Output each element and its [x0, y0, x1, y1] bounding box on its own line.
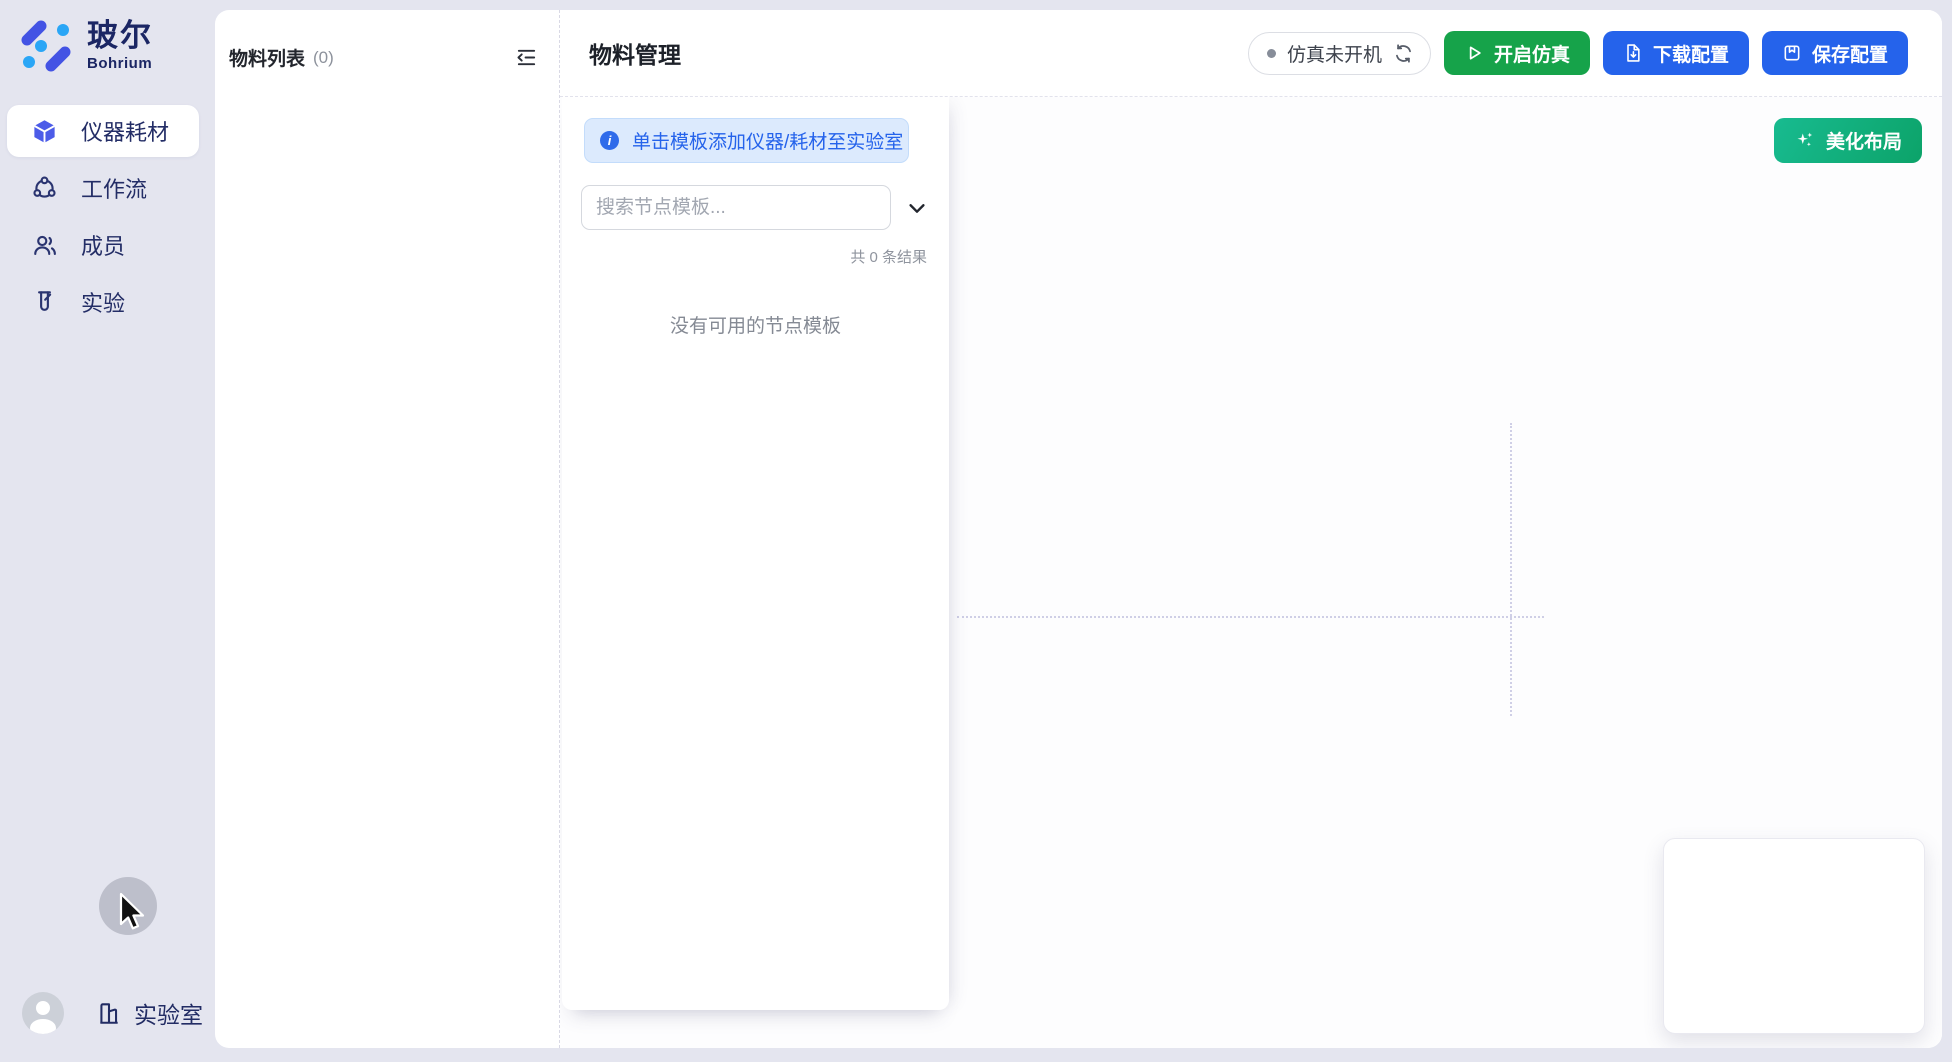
lab-selector[interactable]: 实验室 [96, 996, 203, 1030]
start-simulation-label: 开启仿真 [1494, 40, 1570, 67]
sidebar-item-members[interactable]: 成员 [7, 219, 199, 271]
header-actions: 仿真未开机 开启仿真 下载配置 [1248, 31, 1908, 75]
chevron-down-icon [906, 197, 928, 219]
canvas-guide-horizontal [957, 616, 1544, 618]
cube-icon [31, 118, 58, 145]
template-panel: i 单击模板添加仪器/耗材至实验室 共 0 条结果 没有可用的节点模板 [562, 97, 949, 1010]
user-avatar[interactable] [22, 992, 64, 1034]
brand-name-cn: 玻尔 [87, 20, 153, 51]
material-list-header: 物料列表 (0) [215, 10, 559, 71]
template-search-row [581, 185, 949, 230]
sparkles-icon [1794, 130, 1815, 151]
simulation-status-chip: 仿真未开机 [1248, 32, 1431, 75]
brand-name-en: Bohrium [87, 55, 153, 72]
empty-templates-text: 没有可用的节点模板 [562, 311, 949, 338]
material-list-panel: 物料列表 (0) [215, 10, 560, 1048]
start-simulation-button[interactable]: 开启仿真 [1444, 31, 1590, 75]
main-header: 物料管理 仿真未开机 开启仿真 [560, 10, 1942, 97]
sidebar-item-instruments[interactable]: 仪器耗材 [7, 105, 199, 157]
play-icon [1464, 43, 1484, 63]
refresh-icon [1393, 43, 1414, 64]
sidebar-item-label: 成员 [81, 229, 125, 261]
file-download-icon [1623, 43, 1643, 63]
beautify-layout-label: 美化布局 [1826, 127, 1902, 154]
layout-canvas[interactable]: i 单击模板添加仪器/耗材至实验室 共 0 条结果 没有可用的节点模板 [560, 97, 1942, 1048]
refresh-status-button[interactable] [1393, 43, 1414, 64]
status-dot [1267, 49, 1276, 58]
lab-label: 实验室 [134, 996, 203, 1030]
template-hint-banner: i 单击模板添加仪器/耗材至实验室 [584, 118, 909, 163]
click-indicator [99, 877, 157, 935]
save-icon [1782, 43, 1802, 63]
collapse-panel-button[interactable] [513, 45, 539, 71]
expand-filter-button[interactable] [904, 195, 930, 221]
main-column: 物料管理 仿真未开机 开启仿真 [560, 10, 1942, 1048]
download-config-button[interactable]: 下载配置 [1603, 31, 1749, 75]
content-card: 物料列表 (0) 物料管理 仿真未开机 [215, 10, 1942, 1048]
minimap-panel[interactable] [1663, 838, 1925, 1034]
experiment-icon [31, 289, 58, 316]
sidebar-item-label: 工作流 [81, 172, 147, 204]
material-list-count: (0) [313, 48, 334, 68]
save-config-label: 保存配置 [1812, 40, 1888, 67]
simulation-status-label: 仿真未开机 [1287, 40, 1382, 67]
sidebar-item-workflow[interactable]: 工作流 [7, 162, 199, 214]
sidebar-item-label: 仪器耗材 [81, 115, 169, 147]
result-count: 共 0 条结果 [562, 246, 949, 267]
sidebar-nav: 仪器耗材 工作流 成员 [7, 105, 199, 333]
brand-text: 玻尔 Bohrium [87, 20, 153, 72]
brand-logo: 玻尔 Bohrium [18, 18, 153, 74]
workflow-icon [31, 175, 58, 202]
save-config-button[interactable]: 保存配置 [1762, 31, 1908, 75]
sidebar-item-experiment[interactable]: 实验 [7, 276, 199, 328]
info-icon: i [600, 131, 619, 150]
members-icon [31, 232, 58, 259]
template-hint-text: 单击模板添加仪器/耗材至实验室 [632, 127, 903, 154]
search-input[interactable] [581, 185, 891, 230]
download-config-label: 下载配置 [1653, 40, 1729, 67]
canvas-guide-vertical [1510, 423, 1512, 716]
material-list-title: 物料列表 [229, 44, 305, 71]
beautify-layout-button[interactable]: 美化布局 [1774, 118, 1922, 163]
sidebar-item-label: 实验 [81, 286, 125, 318]
menu-fold-icon [515, 46, 538, 69]
building-icon [96, 1000, 122, 1026]
page-title: 物料管理 [589, 36, 681, 70]
sidebar-footer: 实验室 [22, 992, 203, 1034]
bohrium-logo-icon [18, 18, 74, 74]
